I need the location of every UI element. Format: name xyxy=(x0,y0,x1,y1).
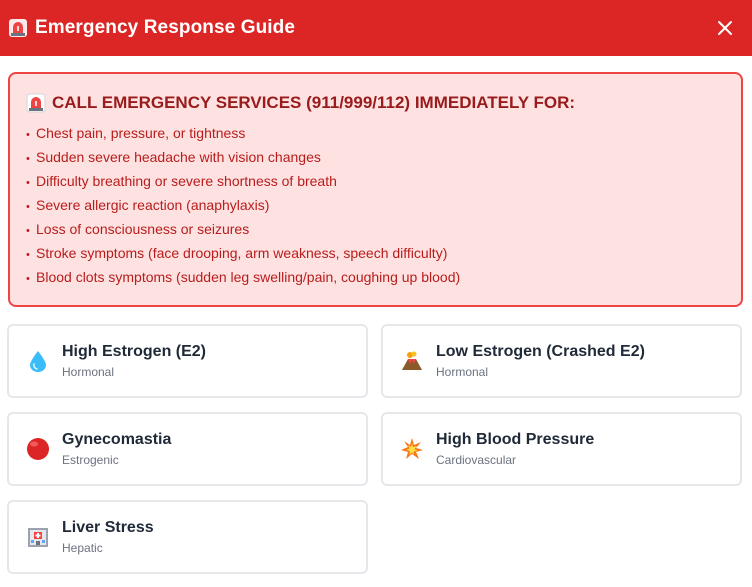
close-button[interactable] xyxy=(710,13,740,43)
siren-icon xyxy=(8,18,28,38)
droplet-icon xyxy=(25,348,51,374)
card-liver-stress[interactable]: Liver Stress Hepatic xyxy=(7,500,368,574)
collision-icon xyxy=(399,436,425,462)
card-category: Hepatic xyxy=(62,541,103,555)
card-title: Low Estrogen (Crashed E2) xyxy=(436,343,645,360)
list-item: • Loss of consciousness or seizures xyxy=(26,221,250,237)
card-title: High Estrogen (E2) xyxy=(62,343,207,360)
card-category: Estrogenic xyxy=(62,453,119,467)
emergency-symptom-list: • Chest pain, pressure, or tightness • Sud… xyxy=(26,121,727,289)
list-item: • Severe allergic reaction (anaphylaxis) xyxy=(26,197,270,213)
card-category: Hormonal xyxy=(436,365,489,379)
card-gynecomastia[interactable]: Gynecomastia Estrogenic xyxy=(7,412,368,486)
list-item: • Difficulty breathing or severe shortnes… xyxy=(26,173,337,189)
alert-title: CALL EMERGENCY SERVICES (911/999/112) IM… xyxy=(52,93,576,112)
card-title: Liver Stress xyxy=(62,519,154,536)
close-icon xyxy=(718,21,732,35)
page-title: Emergency Response Guide xyxy=(35,17,296,38)
emergency-alert-box: CALL EMERGENCY SERVICES (911/999/112) IM… xyxy=(8,72,743,307)
list-item: • Chest pain, pressure, or tightness xyxy=(26,125,246,141)
hospital-icon xyxy=(25,524,51,550)
card-category: Hormonal xyxy=(62,365,115,379)
red-circle-icon xyxy=(25,436,51,462)
volcano-icon xyxy=(399,348,425,374)
card-high-estrogen[interactable]: High Estrogen (E2) Hormonal xyxy=(7,324,368,398)
list-item: • Stroke symptoms (face drooping, arm wea… xyxy=(26,245,448,261)
card-low-estrogen[interactable]: Low Estrogen (Crashed E2) Hormonal xyxy=(381,324,742,398)
card-title: Gynecomastia xyxy=(62,431,172,448)
alert-heading: CALL EMERGENCY SERVICES (911/999/112) IM… xyxy=(26,93,727,113)
list-item: • Blood clots symptoms (sudden leg swelli… xyxy=(26,269,461,285)
header-bar: Emergency Response Guide xyxy=(0,0,752,56)
card-title: High Blood Pressure xyxy=(436,431,595,448)
siren-icon xyxy=(26,93,46,113)
card-category: Cardiovascular xyxy=(436,453,517,467)
list-item: • Sudden severe headache with vision chan… xyxy=(26,149,321,165)
card-high-blood-pressure[interactable]: High Blood Pressure Cardiovascular xyxy=(381,412,742,486)
